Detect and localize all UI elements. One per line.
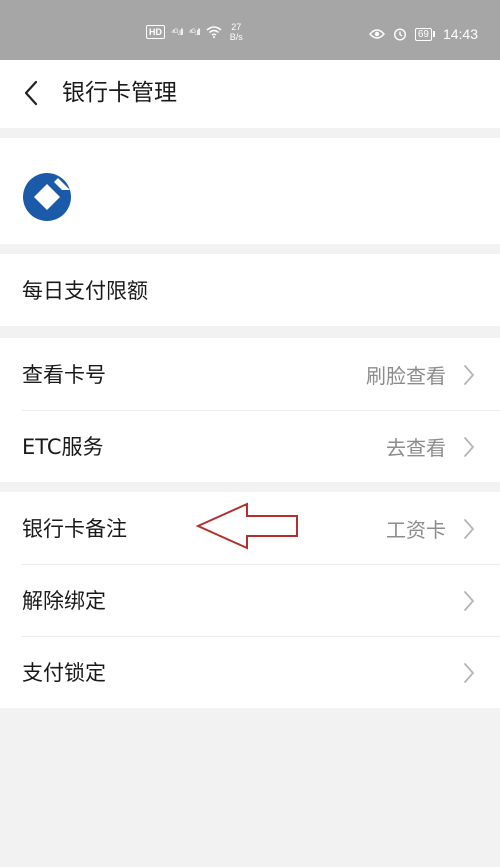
row-label: 查看卡号 [22,363,106,387]
row-label: 解除绑定 [22,589,106,613]
bank-logo-icon [23,173,71,221]
hd-badge: HD [146,25,165,39]
chevron-right-icon [464,365,474,385]
chevron-left-icon[interactable] [18,78,48,108]
section-card-manage: 银行卡备注 工资卡 解除绑定 支付锁定 [0,492,500,708]
chevron-right-icon [464,591,474,611]
eye-icon [368,29,385,39]
battery-tip [432,31,435,37]
row-label: 支付锁定 [22,661,106,685]
network-speed-unit: B/s [229,32,243,42]
chevron-right-icon [464,663,474,683]
row-value: 工资卡 [386,517,446,542]
alarm-icon [393,28,406,41]
row-view-card-number[interactable]: 查看卡号 刷脸查看 [0,338,500,410]
row-label: ETC服务 [22,435,104,459]
row-payment-lock[interactable]: 支付锁定 [0,636,500,708]
battery-level: 69 [414,27,432,41]
signal-icon-2: ⁴ᴳ.ıll [188,27,200,37]
row-etc-service[interactable]: ETC服务 去查看 [0,410,500,482]
chevron-right-icon [464,519,474,539]
network-speed-value: 27 [231,22,242,32]
section-card-info: 查看卡号 刷脸查看 ETC服务 去查看 [0,338,500,482]
status-bar: HD ⁴ᴳ.ıll ⁴ᴳ.ıll 27 B/s 69 14:43 [0,0,500,60]
row-value: 去查看 [386,435,446,460]
row-label: 每日支付限额 [22,279,148,303]
battery-icon: 69 [414,27,435,41]
row-value: 刷脸查看 [366,363,446,388]
wifi-icon [206,26,222,38]
nav-bar: 银行卡管理 [0,60,500,128]
row-label: 银行卡备注 [22,517,127,541]
signal-icon: ⁴ᴳ.ıll [171,27,183,37]
section-limit: 每日支付限额 [0,254,500,326]
clock: 14:43 [442,26,478,42]
page-title: 银行卡管理 [62,80,177,106]
row-card-remark[interactable]: 银行卡备注 工资卡 [0,492,500,564]
chevron-right-icon [464,437,474,457]
bank-card-header [0,138,500,244]
status-bar-right: 69 14:43 [368,26,478,42]
status-bar-indicators: HD ⁴ᴳ.ıll ⁴ᴳ.ıll 27 B/s [146,22,243,42]
network-speed: 27 B/s [230,22,243,42]
row-daily-limit[interactable]: 每日支付限额 [0,254,500,326]
row-unbind[interactable]: 解除绑定 [0,564,500,636]
